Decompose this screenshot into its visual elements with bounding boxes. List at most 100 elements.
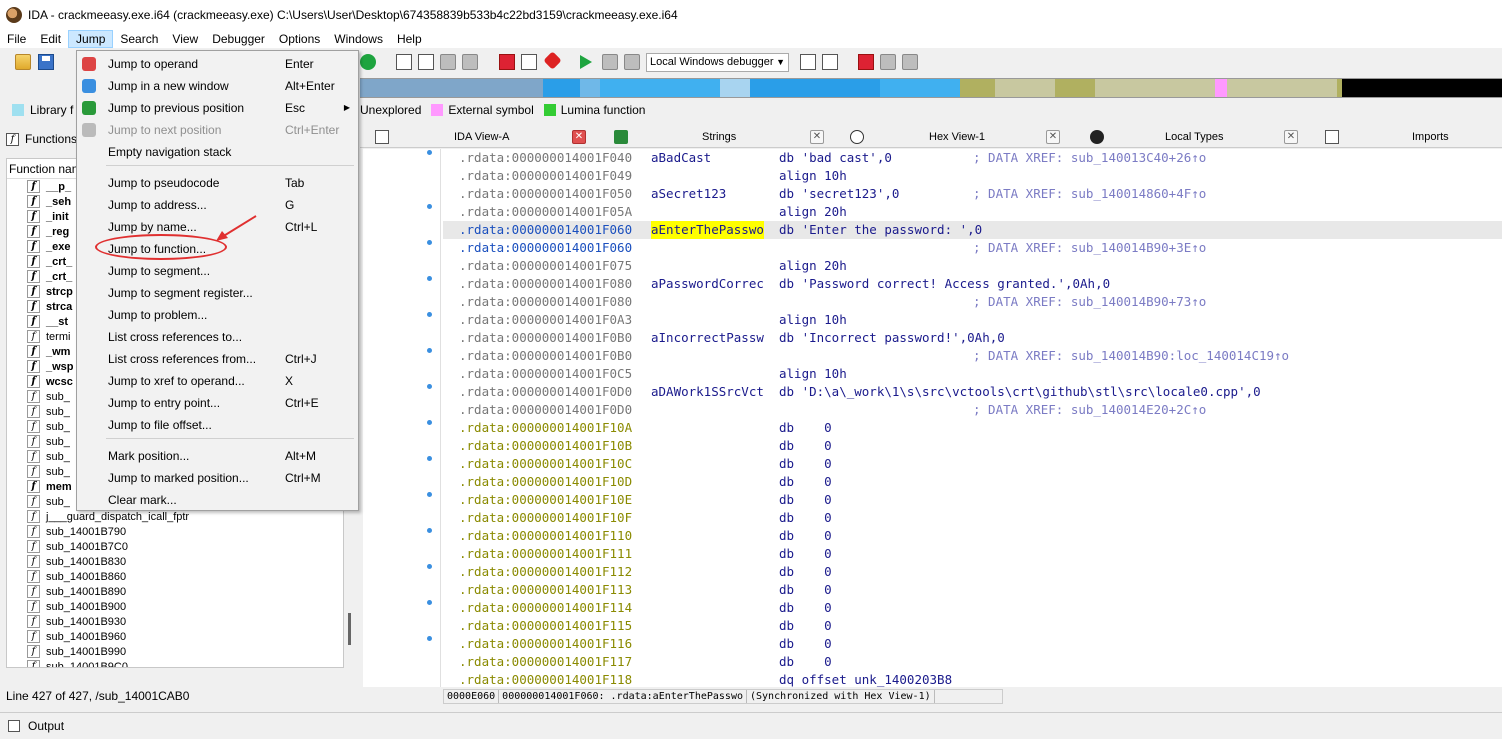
menu-item-jump-to-segment[interactable]: Jump to segment... [77,260,358,282]
disasm-line[interactable]: .rdata:000000014001F114 db 0 [443,599,1502,617]
terminate-icon[interactable] [624,54,640,70]
run-icon[interactable] [360,54,376,70]
struct-icon[interactable] [440,54,456,70]
disasm-line[interactable]: .rdata:000000014001F05A align 20h [443,203,1502,221]
start-debug-icon[interactable] [580,55,592,69]
disasm-line[interactable]: .rdata:000000014001F10B db 0 [443,437,1502,455]
menu-item-jump-in-a-new-window[interactable]: Jump in a new window Alt+Enter [77,75,358,97]
function-row[interactable]: f sub_14001B7C0 [7,539,343,554]
disasm-line[interactable]: .rdata:000000014001F10D db 0 [443,473,1502,491]
trace-list-icon[interactable] [880,54,896,70]
menu-help[interactable]: Help [390,30,429,48]
disasm-line[interactable]: .rdata:000000014001F116 db 0 [443,635,1502,653]
menu-item-jump-to-problem[interactable]: Jump to problem... [77,304,358,326]
menu-item-jump-to-entry-point[interactable]: Jump to entry point... Ctrl+E [77,392,358,414]
close-icon[interactable]: ✕ [1284,130,1298,144]
disasm-line[interactable]: .rdata:000000014001F0A3 align 10h [443,311,1502,329]
disasm-label[interactable]: aPasswordCorrec [651,275,764,293]
disasm-line[interactable]: .rdata:000000014001F0B0 ; DATA XREF: sub_… [443,347,1502,365]
disasm-line[interactable]: .rdata:000000014001F10E db 0 [443,491,1502,509]
menu-search[interactable]: Search [113,30,165,48]
disasm-line[interactable]: .rdata:000000014001F10C db 0 [443,455,1502,473]
disasm-line[interactable]: .rdata:000000014001F118 dq offset unk_140… [443,671,1502,687]
disasm-label[interactable]: aEnterThePasswo [651,221,764,239]
menu-item-jump-to-operand[interactable]: Jump to operand Enter [77,53,358,75]
disasm-line[interactable]: .rdata:000000014001F049 align 10h [443,167,1502,185]
menu-jump[interactable]: Jump [68,30,114,48]
disasm-label[interactable]: aBadCast [651,149,711,167]
disasm-label[interactable]: aDAWork1SSrcVct [651,383,764,401]
tab-ida-view-a[interactable]: IDA View-A ✕ [360,127,595,148]
menu-item-jump-to-pseudocode[interactable]: Jump to pseudocode Tab [77,172,358,194]
tab-imports[interactable]: Imports [1325,127,1502,148]
disasm-line[interactable]: .rdata:000000014001F0D0 aDAWork1SSrcVct db… [443,383,1502,401]
segment-icon[interactable] [396,54,412,70]
disasm-line[interactable]: .rdata:000000014001F075 align 20h [443,257,1502,275]
open-folder-icon[interactable] [15,54,31,70]
trace-options-icon[interactable] [902,54,918,70]
pause-icon[interactable] [602,54,618,70]
disasm-line[interactable]: .rdata:000000014001F080 ; DATA XREF: sub_… [443,293,1502,311]
menu-item-empty-navigation-stack[interactable]: Empty navigation stack [77,141,358,163]
disasm-line[interactable]: .rdata:000000014001F10A db 0 [443,419,1502,437]
disasm-line[interactable]: .rdata:000000014001F115 db 0 [443,617,1502,635]
edit-icon[interactable] [521,54,537,70]
disasm-label[interactable]: aIncorrectPassw [651,329,764,347]
menu-item-jump-to-previous-position[interactable]: Jump to previous position Esc ▶ [77,97,358,119]
disasm-line[interactable]: .rdata:000000014001F0C5 align 10h [443,365,1502,383]
disasm-comment[interactable]: ; DATA XREF: sub_140013C40+26↑o [973,149,1206,167]
disasm-line[interactable]: .rdata:000000014001F080 aPasswordCorrec db… [443,275,1502,293]
menu-item-clear-mark[interactable]: Clear mark... [77,489,358,511]
disasm-line[interactable]: .rdata:000000014001F113 db 0 [443,581,1502,599]
disasm-line[interactable]: .rdata:000000014001F111 db 0 [443,545,1502,563]
function-row[interactable]: f sub_14001B790 [7,524,343,539]
close-icon[interactable]: ✕ [572,130,586,144]
menu-item-list-cross-references-to[interactable]: List cross references to... [77,326,358,348]
menu-item-list-cross-references-from[interactable]: List cross references from... Ctrl+J [77,348,358,370]
save-icon[interactable] [38,54,54,70]
output-bar[interactable]: Output [0,712,1502,739]
navigation-band[interactable] [360,78,1502,98]
breakpoint-icon[interactable] [499,54,515,70]
function-row[interactable]: f j___guard_dispatch_icall_fptr [7,509,343,524]
disasm-line[interactable]: .rdata:000000014001F0B0 aIncorrectPassw db… [443,329,1502,347]
menu-item-jump-to-marked-position[interactable]: Jump to marked position... Ctrl+M [77,467,358,489]
enum-icon[interactable] [462,54,478,70]
function-icon[interactable] [418,54,434,70]
menu-options[interactable]: Options [272,30,327,48]
menu-debugger[interactable]: Debugger [205,30,272,48]
trace-icon[interactable] [858,54,874,70]
function-row[interactable]: f sub_14001B830 [7,554,343,569]
disasm-line[interactable]: .rdata:000000014001F040 aBadCast db 'bad c… [443,149,1502,167]
function-row[interactable]: f sub_14001B9C0 [7,659,343,667]
function-row[interactable]: f sub_14001B890 [7,584,343,599]
function-row[interactable]: f sub_14001B990 [7,644,343,659]
tab-hex-view[interactable]: Hex View-1 ✕ [850,127,1065,148]
menu-item-jump-to-xref-to-operand[interactable]: Jump to xref to operand... X [77,370,358,392]
menu-file[interactable]: File [0,30,33,48]
step-over-icon[interactable] [822,54,838,70]
scrollbar-thumb[interactable] [348,613,351,645]
tab-strings[interactable]: Strings ✕ [610,127,832,148]
disasm-line[interactable]: .rdata:000000014001F10F db 0 [443,509,1502,527]
disasm-comment[interactable]: ; DATA XREF: sub_140014B90:loc_140014C19… [973,347,1289,365]
disasm-label[interactable]: aSecret123 [651,185,726,203]
function-row[interactable]: f sub_14001B930 [7,614,343,629]
function-row[interactable]: f sub_14001B960 [7,629,343,644]
disasm-line[interactable]: .rdata:000000014001F117 db 0 [443,653,1502,671]
disasm-comment[interactable]: ; DATA XREF: sub_140014E20+2C↑o [973,401,1206,419]
menu-edit[interactable]: Edit [33,30,68,48]
disasm-line[interactable]: .rdata:000000014001F0D0 ; DATA XREF: sub_… [443,401,1502,419]
menu-windows[interactable]: Windows [327,30,390,48]
close-icon[interactable]: ✕ [1046,130,1060,144]
disasm-line[interactable]: .rdata:000000014001F060 aEnterThePasswo db… [443,221,1502,239]
debugger-select[interactable]: Local Windows debugger ▼ [646,53,789,72]
menu-item-jump-to-segment-register[interactable]: Jump to segment register... [77,282,358,304]
function-row[interactable]: f sub_14001B860 [7,569,343,584]
menu-view[interactable]: View [165,30,205,48]
disasm-line[interactable]: .rdata:000000014001F112 db 0 [443,563,1502,581]
stop-icon[interactable] [543,51,562,70]
menu-item-mark-position[interactable]: Mark position... Alt+M [77,445,358,467]
close-icon[interactable]: ✕ [810,130,824,144]
function-row[interactable]: f sub_14001B900 [7,599,343,614]
